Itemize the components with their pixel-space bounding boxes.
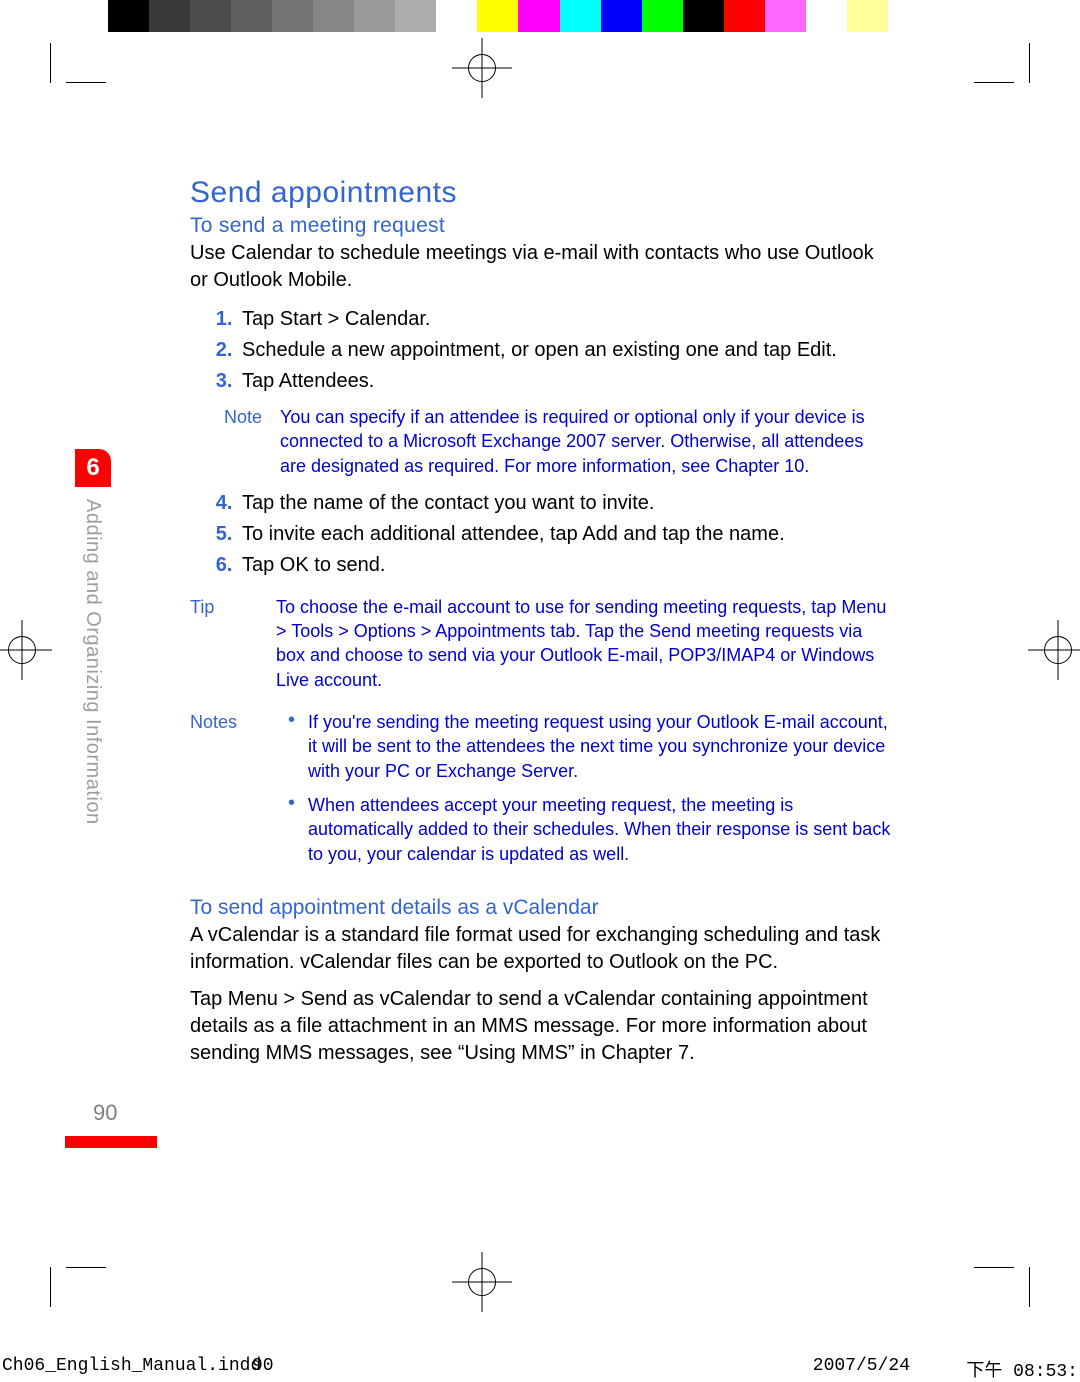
crop-mark (974, 1227, 1014, 1268)
notes-item: When attendees accept your meeting reque… (294, 793, 892, 866)
body-paragraph: Tap Menu > Send as vCalendar to send a v… (190, 986, 892, 1067)
step-item: To invite each additional attendee, tap … (238, 519, 892, 550)
registration-mark-bottom (452, 1252, 512, 1312)
slug-filename: Ch06_English_Manual.indd (2, 1356, 261, 1376)
notes-label: Notes (190, 710, 276, 876)
step-item: Tap the name of the contact you want to … (238, 488, 892, 519)
crop-mark (66, 82, 106, 123)
page-number-underline (65, 1136, 157, 1148)
slug-page: 90 (252, 1356, 274, 1376)
chapter-number: 6 (75, 449, 111, 487)
registration-mark-left (0, 620, 52, 680)
tip-block: Tip To choose the e-mail account to use … (190, 595, 892, 692)
registration-mark-right (1028, 620, 1080, 680)
note-block: Note You can specify if an attendee is r… (224, 405, 892, 478)
step-item: Schedule a new appointment, or open an e… (238, 335, 892, 366)
note-text: You can specify if an attendee is requir… (280, 405, 892, 478)
page-number: 90 (93, 1100, 117, 1126)
chapter-side-label: Adding and Organizing Information (81, 499, 104, 825)
crop-mark (974, 82, 1014, 123)
notes-block: Notes If you're sending the meeting requ… (190, 710, 892, 876)
notes-item: If you're sending the meeting request us… (294, 710, 892, 783)
slug-date: 2007/5/24 (813, 1356, 910, 1376)
registration-mark-top (452, 38, 512, 98)
step-item: Tap Attendees. (238, 366, 892, 397)
step-item: Tap Start > Calendar. (238, 304, 892, 335)
note-label: Note (224, 405, 280, 478)
intro-paragraph: Use Calendar to schedule meetings via e-… (190, 240, 892, 294)
body-paragraph: A vCalendar is a standard file format us… (190, 922, 892, 976)
steps-list-a: Tap Start > Calendar. Schedule a new app… (190, 304, 892, 397)
steps-list-b: Tap the name of the contact you want to … (190, 488, 892, 581)
chapter-side-tab: 6 Adding and Organizing Information (75, 449, 173, 825)
step-item: Tap OK to send. (238, 550, 892, 581)
tip-label: Tip (190, 595, 276, 692)
crop-mark (66, 1227, 106, 1268)
page-content: Send appointments To send a meeting requ… (190, 176, 892, 1077)
print-color-bar (108, 0, 888, 32)
slug-time: 下午 08:53: (966, 1356, 1078, 1382)
section-heading: Send appointments (190, 176, 892, 210)
tip-text: To choose the e-mail account to use for … (276, 595, 892, 692)
subsection-heading: To send appointment details as a vCalend… (190, 896, 892, 920)
subsection-heading: To send a meeting request (190, 214, 892, 238)
